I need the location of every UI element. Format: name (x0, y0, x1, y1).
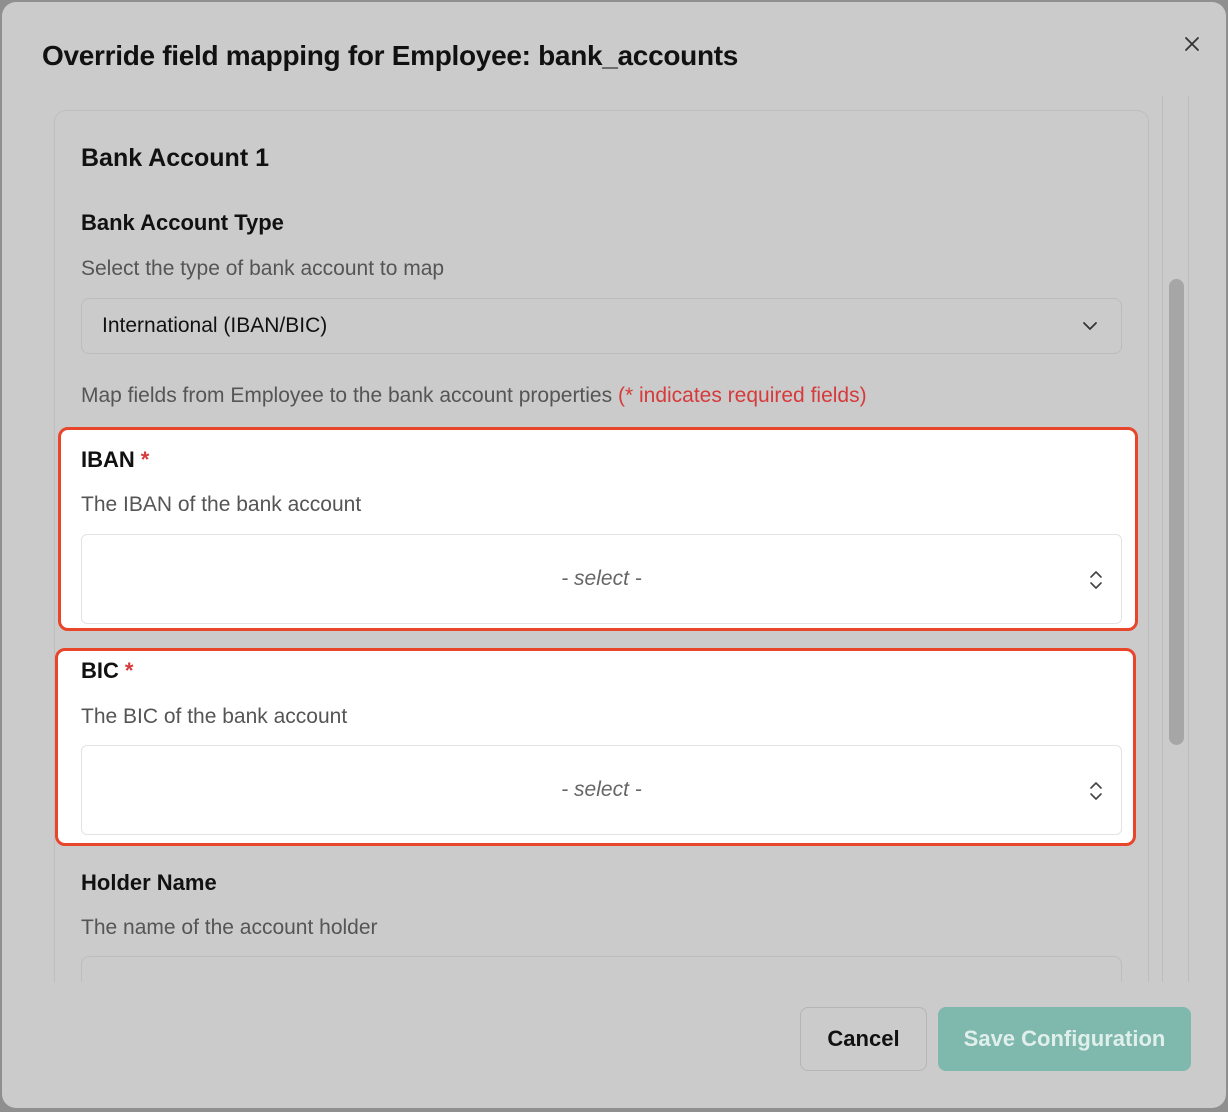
dialog-scroll-area[interactable]: Bank Account 1 Bank Account Type Select … (2, 96, 1226, 982)
iban-label-text: IBAN (81, 447, 135, 472)
holder-name-select[interactable] (81, 956, 1122, 982)
bic-label: BIC * (81, 658, 133, 684)
bic-description: The BIC of the bank account (81, 705, 348, 728)
holder-name-description: The name of the account holder (81, 916, 378, 939)
iban-required-marker: * (140, 447, 150, 472)
mapping-instructions-text: Map fields from Employee to the bank acc… (81, 384, 613, 407)
bic-select[interactable]: - select - (81, 745, 1122, 835)
override-mapping-dialog: Override field mapping for Employee: ban… (2, 2, 1226, 1108)
close-button[interactable] (1178, 30, 1206, 58)
iban-description: The IBAN of the bank account (81, 493, 362, 516)
cancel-button[interactable]: Cancel (800, 1007, 927, 1071)
account-type-description: Select the type of bank account to map (81, 257, 445, 280)
required-fields-note: (* indicates required fields) (617, 384, 867, 407)
account-type-select[interactable]: International (IBAN/BIC) (81, 298, 1122, 354)
scrollbar-track-edge (1188, 96, 1189, 982)
bic-label-text: BIC (81, 658, 119, 683)
account-type-label: Bank Account Type (81, 210, 284, 235)
save-configuration-button[interactable]: Save Configuration (938, 1007, 1191, 1071)
bic-select-placeholder: - select - (561, 778, 642, 801)
scrollbar-track-edge (1162, 96, 1163, 982)
holder-name-label: Holder Name (81, 870, 217, 895)
iban-label: IBAN * (81, 447, 149, 473)
close-icon (1185, 37, 1199, 51)
dialog-title: Override field mapping for Employee: ban… (42, 40, 739, 71)
mapping-instructions: Map fields from Employee to the bank acc… (81, 384, 867, 408)
account-type-selected-value: International (IBAN/BIC) (102, 314, 328, 337)
bic-required-marker: * (124, 658, 134, 683)
iban-select[interactable]: - select - (81, 534, 1122, 624)
scrollbar-thumb[interactable] (1169, 279, 1184, 745)
iban-select-placeholder: - select - (561, 567, 642, 590)
chevron-up-down-icon (1090, 782, 1102, 800)
chevron-up-down-icon (1090, 571, 1102, 589)
chevron-down-icon (1083, 322, 1097, 330)
card-title: Bank Account 1 (81, 144, 270, 172)
